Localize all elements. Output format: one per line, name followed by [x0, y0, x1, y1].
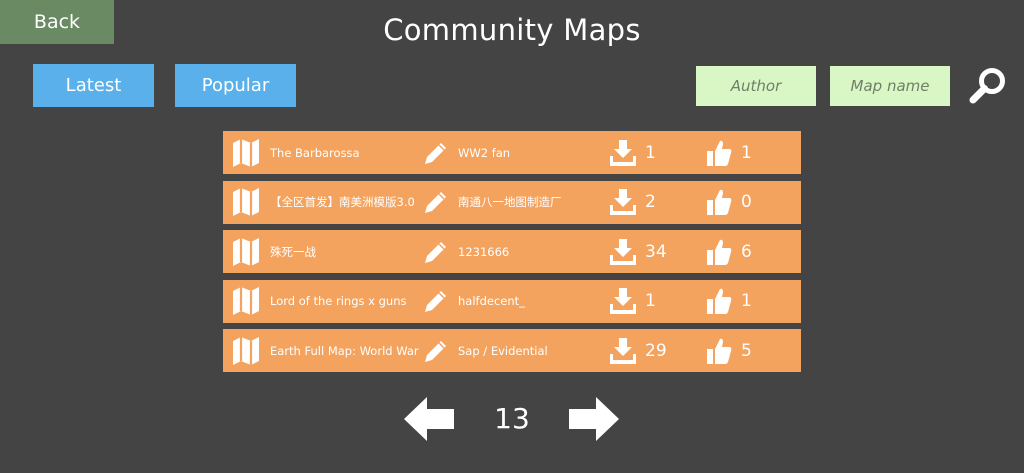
- arrow-left-icon: [404, 397, 454, 441]
- download-icon: [609, 329, 637, 372]
- map-row[interactable]: Lord of the rings x guns halfdecent_ 1 1: [223, 279, 801, 323]
- author-input[interactable]: [696, 66, 816, 106]
- map-name: 【全区首发】南美洲模版3.0: [270, 195, 415, 209]
- search-icon: [969, 68, 1005, 104]
- previous-page-button[interactable]: [403, 396, 455, 442]
- download-count: 34: [645, 241, 667, 262]
- next-page-button[interactable]: [568, 396, 620, 442]
- map-author: halfdecent_: [458, 294, 525, 308]
- map-icon: [232, 329, 260, 372]
- download-icon: [609, 181, 637, 224]
- page-number: 13: [494, 402, 530, 435]
- download-count: 29: [645, 340, 667, 361]
- like-count: 5: [741, 340, 752, 361]
- map-icon: [232, 230, 260, 273]
- map-author: WW2 fan: [458, 145, 511, 160]
- map-row[interactable]: 殊死一战 1231666 34 6: [223, 230, 801, 273]
- thumbs-up-icon: [706, 280, 734, 323]
- download-icon: [609, 280, 637, 323]
- search-button[interactable]: [968, 64, 1010, 106]
- map-icon: [232, 181, 260, 224]
- download-count: 2: [645, 192, 656, 212]
- download-count: 1: [645, 291, 656, 311]
- thumbs-up-icon: [706, 329, 734, 372]
- map-name: Earth Full Map: World War: [270, 343, 419, 358]
- like-count: 1: [741, 142, 752, 163]
- map-row[interactable]: The Barbarossa WW2 fan 1 1: [223, 131, 801, 174]
- download-icon: [609, 131, 637, 174]
- map-author: 1231666: [458, 244, 510, 259]
- map-author: 南通八一地图制造厂: [458, 195, 562, 209]
- map-name: 殊死一战: [270, 244, 316, 259]
- pencil-icon: [423, 181, 451, 224]
- tab-latest[interactable]: Latest: [33, 64, 154, 107]
- arrow-right-icon: [569, 397, 619, 441]
- thumbs-up-icon: [706, 181, 734, 224]
- map-name: Lord of the rings x guns: [270, 294, 407, 308]
- thumbs-up-icon: [706, 131, 734, 174]
- map-icon: [232, 131, 260, 174]
- page-title: Community Maps: [383, 13, 641, 47]
- like-count: 6: [741, 241, 752, 262]
- download-count: 1: [645, 142, 656, 163]
- map-icon: [232, 280, 260, 323]
- download-icon: [609, 230, 637, 273]
- map-author: Sap / Evidential: [458, 343, 548, 358]
- thumbs-up-icon: [706, 230, 734, 273]
- map-name-input[interactable]: [830, 66, 950, 106]
- tab-popular[interactable]: Popular: [175, 64, 296, 107]
- pencil-icon: [423, 230, 451, 273]
- pencil-icon: [423, 131, 451, 174]
- map-name: The Barbarossa: [270, 145, 360, 160]
- map-row[interactable]: Earth Full Map: World War Sap / Evidenti…: [223, 329, 801, 372]
- pencil-icon: [423, 280, 451, 323]
- pencil-icon: [423, 329, 451, 372]
- like-count: 1: [741, 291, 752, 311]
- like-count: 0: [741, 192, 752, 212]
- map-list: The Barbarossa WW2 fan 1 1 【全区首发】南美洲模版3.…: [223, 131, 801, 379]
- map-row[interactable]: 【全区首发】南美洲模版3.0 南通八一地图制造厂 2 0: [223, 180, 801, 224]
